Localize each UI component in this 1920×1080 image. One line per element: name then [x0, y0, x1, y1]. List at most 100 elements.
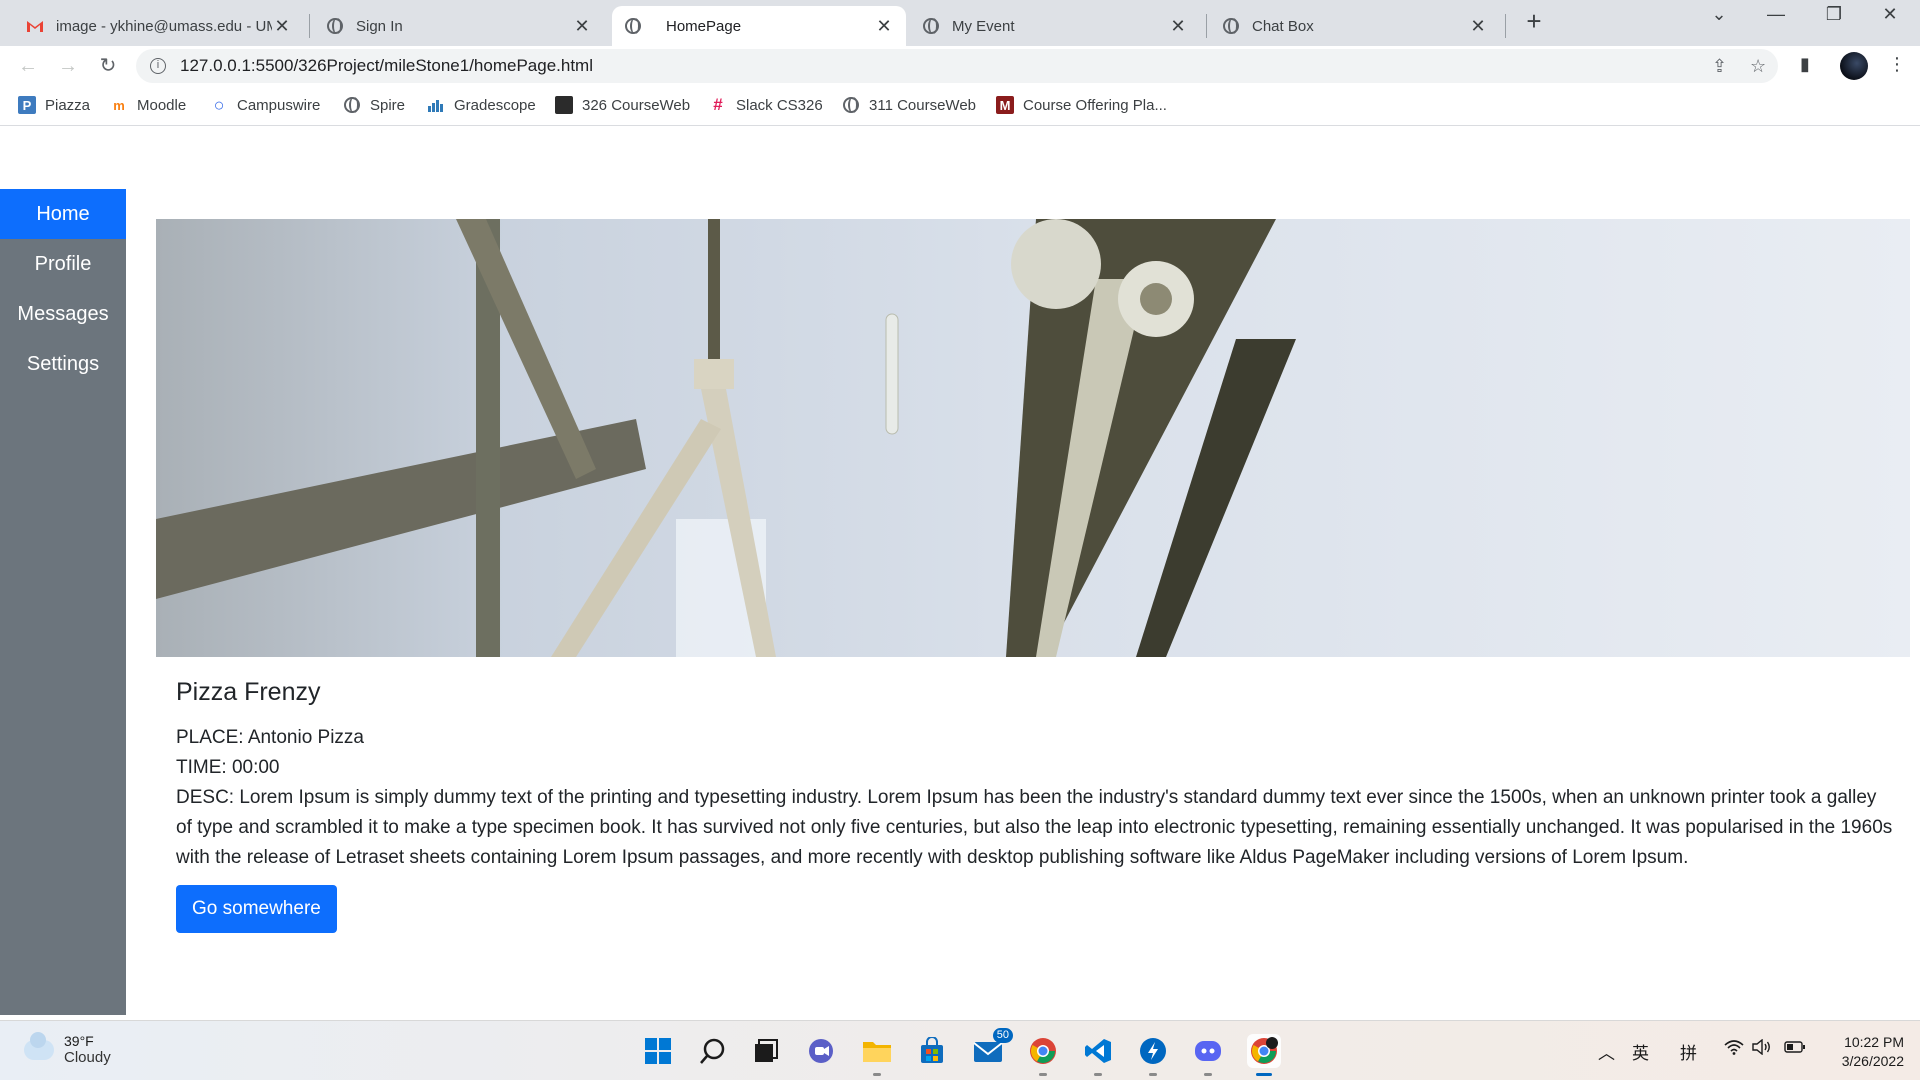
sidebar-item-messages[interactable]: Messages — [0, 289, 126, 339]
moodle-icon: m — [113, 97, 125, 113]
tab-homepage[interactable]: HomePage ✕ — [612, 6, 906, 46]
bookmark-gradescope[interactable]: Gradescope — [427, 96, 536, 114]
weather-condition: Cloudy — [64, 1049, 111, 1066]
share-icon[interactable]: ⇪ — [1712, 56, 1727, 77]
bookmark-star-icon[interactable]: ☆ — [1750, 56, 1766, 77]
site-info-icon[interactable]: i — [150, 58, 166, 74]
mail-icon[interactable]: 50 — [971, 1028, 1013, 1068]
bookmark-label: Moodle — [137, 96, 187, 114]
close-icon[interactable]: ✕ — [272, 16, 292, 37]
bookmark-moodle[interactable]: m Moodle — [110, 96, 186, 114]
event-description: DESC: Lorem Ipsum is simply dummy text o… — [176, 787, 1893, 868]
globe-icon — [842, 96, 860, 114]
file-explorer-icon[interactable] — [860, 1034, 894, 1076]
minimize-icon[interactable]: — — [1756, 4, 1796, 25]
umass-m-icon: M — [996, 96, 1014, 114]
microsoft-store-icon[interactable] — [915, 1034, 949, 1068]
close-icon[interactable]: ✕ — [874, 16, 894, 37]
event-place: PLACE: Antonio Pizza — [176, 727, 364, 748]
gmail-icon — [26, 17, 44, 35]
gradescope-icon — [427, 96, 445, 114]
globe-icon — [343, 96, 361, 114]
globe-icon — [1222, 17, 1240, 35]
chrome-profile-icon[interactable] — [1247, 1034, 1281, 1076]
restore-icon[interactable]: ❐ — [1814, 4, 1854, 25]
bookmark-label: Slack CS326 — [736, 96, 823, 114]
teams-chat-icon[interactable] — [804, 1034, 838, 1068]
campuswire-icon: ○ — [213, 94, 225, 115]
globe-icon — [326, 17, 344, 35]
go-somewhere-button[interactable]: Go somewhere — [176, 885, 337, 933]
discord-icon[interactable] — [1191, 1034, 1225, 1076]
weather-temp: 39°F — [64, 1033, 94, 1049]
side-panel-icon[interactable]: ▮ — [1800, 54, 1810, 75]
profile-avatar[interactable] — [1840, 52, 1868, 80]
search-icon[interactable] — [696, 1034, 730, 1068]
new-tab-button[interactable]: + — [1520, 8, 1548, 36]
tab-divider — [309, 14, 310, 38]
tab-sign-in[interactable]: Sign In ✕ — [326, 6, 604, 46]
system-clock[interactable]: 10:22 PM 3/26/2022 — [1820, 1033, 1904, 1071]
globe-icon — [624, 17, 642, 35]
start-icon[interactable] — [641, 1034, 675, 1068]
courseweb-icon — [555, 96, 573, 114]
tab-chat-box[interactable]: Chat Box ✕ — [1222, 6, 1500, 46]
menu-kebab-icon[interactable]: ⋮ — [1888, 54, 1906, 75]
bookmarks-bar: P Piazza m Moodle ○ Campuswire Spire Gra… — [0, 86, 1920, 126]
bookmark-spire[interactable]: Spire — [343, 96, 405, 114]
bookmark-311-courseweb[interactable]: 311 CourseWeb — [842, 96, 976, 114]
ime-mode-indicator[interactable]: 英 — [1632, 1039, 1649, 1064]
close-icon[interactable]: ✕ — [572, 16, 592, 37]
tab-title: Sign In — [356, 17, 403, 35]
tab-strip: image - ykhine@umass.edu - UMass Amherst… — [0, 0, 1920, 46]
bookmark-label: Spire — [370, 96, 406, 114]
sidebar-item-profile[interactable]: Profile — [0, 239, 126, 289]
tab-divider — [1505, 14, 1506, 38]
browser-toolbar: ← → ↻ i 127.0.0.1:5500/326Project/mileSt… — [0, 46, 1920, 86]
bookmark-campuswire[interactable]: ○ Campuswire — [210, 94, 321, 115]
close-window-icon[interactable]: ✕ — [1870, 4, 1910, 25]
cloud-icon — [24, 1031, 54, 1060]
event-card-image — [156, 219, 1910, 657]
url-text: 127.0.0.1:5500/326Project/mileStone1/hom… — [180, 56, 593, 75]
azure-data-studio-icon[interactable] — [1136, 1034, 1170, 1076]
battery-icon[interactable] — [1784, 1039, 1806, 1059]
address-bar[interactable]: i 127.0.0.1:5500/326Project/mileStone1/h… — [136, 49, 1778, 83]
ime-pinyin-indicator[interactable]: 拼 — [1680, 1039, 1697, 1064]
tab-search-chevron-icon[interactable]: ⌄ — [1699, 4, 1739, 25]
vscode-icon[interactable] — [1081, 1034, 1115, 1076]
tab-my-event[interactable]: My Event ✕ — [922, 6, 1200, 46]
chrome-icon[interactable] — [1026, 1034, 1060, 1076]
piazza-icon: P — [18, 96, 36, 114]
clock-time: 10:22 PM — [1844, 1034, 1904, 1050]
wifi-icon[interactable] — [1724, 1039, 1744, 1060]
close-icon[interactable]: ✕ — [1168, 16, 1188, 37]
tab-title: My Event — [952, 17, 1015, 35]
bookmark-course-offering[interactable]: M Course Offering Pla... — [996, 96, 1167, 114]
volume-icon[interactable] — [1752, 1038, 1772, 1060]
forward-arrow-icon[interactable]: → — [54, 52, 82, 80]
bookmark-piazza[interactable]: P Piazza — [18, 96, 90, 114]
tab-gmail[interactable]: image - ykhine@umass.edu - UMass Amherst… — [26, 6, 304, 46]
sidebar-nav: Home Profile Messages Settings — [0, 189, 126, 1015]
sidebar-item-settings[interactable]: Settings — [0, 339, 126, 389]
globe-icon — [922, 17, 940, 35]
sidebar-item-home[interactable]: Home — [0, 189, 126, 239]
bookmark-326-courseweb[interactable]: 326 CourseWeb — [555, 96, 690, 114]
task-view-icon[interactable] — [749, 1034, 783, 1068]
back-arrow-icon[interactable]: ← — [14, 52, 42, 80]
tab-title: HomePage — [666, 17, 742, 35]
reload-icon[interactable]: ↻ — [94, 52, 122, 80]
bookmark-label: 311 CourseWeb — [869, 96, 977, 114]
weather-widget[interactable]: 39°F Cloudy — [24, 1031, 111, 1066]
bookmark-label: 326 CourseWeb — [582, 96, 691, 114]
bookmark-slack-cs326[interactable]: # Slack CS326 — [709, 95, 823, 114]
chevron-up-icon[interactable]: ︿ — [1598, 1039, 1615, 1064]
mail-badge: 50 — [992, 1028, 1013, 1043]
close-icon[interactable]: ✕ — [1468, 16, 1488, 37]
bookmark-label: Piazza — [45, 96, 91, 114]
event-time: TIME: 00:00 — [176, 757, 280, 778]
windows-taskbar: 39°F Cloudy 50 ︿ 英 拼 10:22 PM 3/26/2022 — [0, 1020, 1920, 1080]
bookmark-label: Course Offering Pla... — [1023, 96, 1167, 114]
event-card-body: Pizza Frenzy PLACE: Antonio Pizza TIME: … — [176, 670, 1896, 933]
